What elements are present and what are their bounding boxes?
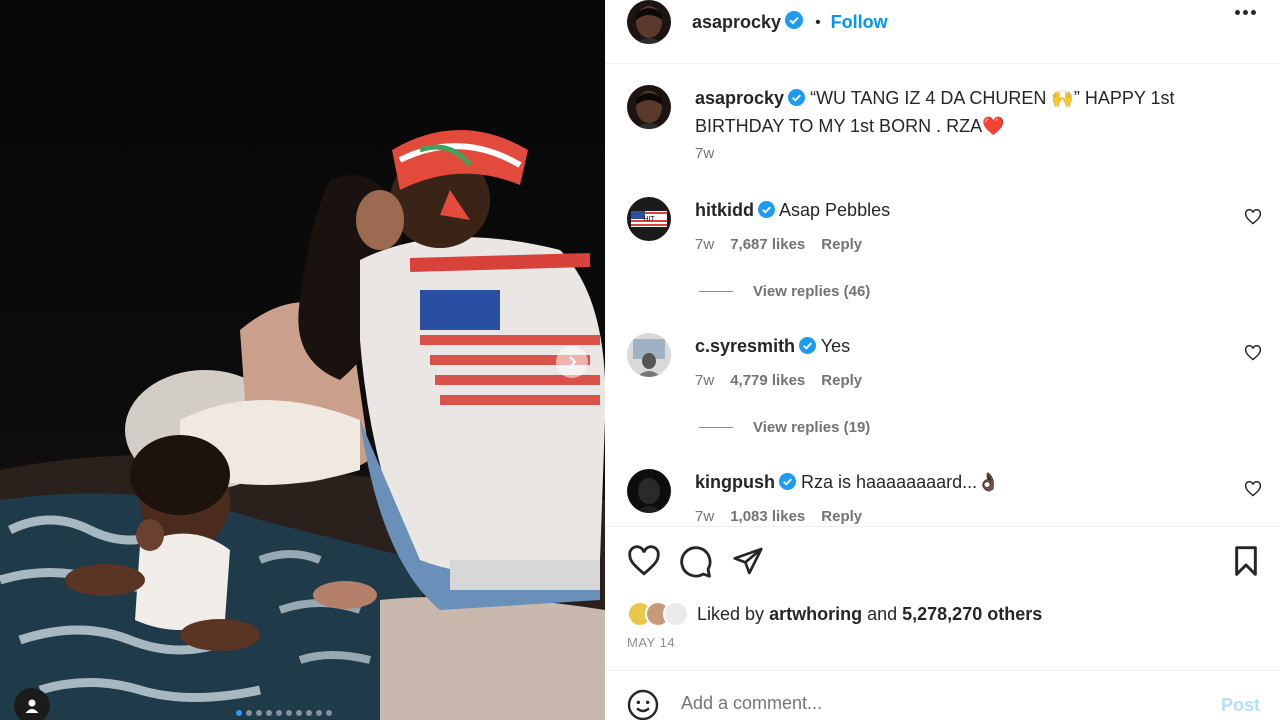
- liked-by-prefix: Liked by: [697, 603, 765, 624]
- carousel-dot: [306, 710, 312, 716]
- more-options-icon[interactable]: [1235, 10, 1256, 15]
- emoji-icon[interactable]: [627, 689, 659, 720]
- view-replies-label: View replies (46): [753, 283, 871, 300]
- comment-age: 7w: [695, 236, 715, 253]
- next-arrow-icon: [569, 356, 577, 368]
- liked-by-conjunction: and: [867, 603, 898, 624]
- comment-text: Yes: [820, 336, 851, 356]
- next-slide-button[interactable]: [556, 346, 588, 378]
- liker-avatars: [627, 601, 689, 627]
- reply-button[interactable]: Reply: [821, 372, 862, 389]
- reply-button[interactable]: Reply: [821, 508, 862, 525]
- verified-badge-icon: [799, 335, 817, 361]
- comment-username[interactable]: kingpush: [695, 472, 775, 492]
- carousel-dot: [316, 710, 322, 716]
- comment-icon[interactable]: [679, 545, 713, 584]
- avatar[interactable]: [627, 333, 671, 377]
- comment-text: Rza is haaaaaaaard...👌🏿: [801, 472, 1000, 492]
- bookmark-icon[interactable]: [1232, 545, 1260, 582]
- comment-likes[interactable]: 4,779 likes: [730, 372, 805, 389]
- post-comment-button[interactable]: Post: [1221, 695, 1260, 716]
- author-username[interactable]: asaprocky: [692, 12, 781, 33]
- heart-icon[interactable]: [1244, 344, 1262, 366]
- heart-icon[interactable]: [627, 545, 661, 584]
- carousel-dot: [246, 710, 252, 716]
- avatar[interactable]: [627, 469, 671, 513]
- view-replies-button[interactable]: View replies (46): [699, 283, 870, 300]
- carousel-dot: [296, 710, 302, 716]
- verified-badge-icon: [779, 471, 796, 497]
- carousel-indicator: [236, 710, 332, 716]
- comment-text: Asap Pebbles: [779, 200, 891, 220]
- reply-button[interactable]: Reply: [821, 236, 862, 253]
- comments-list[interactable]: asaprocky “WU TANG IZ 4 DA CHUREN 🙌” HAP…: [605, 64, 1280, 526]
- comment-username[interactable]: hitkidd: [695, 200, 754, 220]
- post-date: MAY 14: [627, 635, 676, 650]
- avatar[interactable]: [627, 0, 671, 44]
- comment-username[interactable]: c.syresmith: [695, 336, 795, 356]
- liked-by-user[interactable]: artwhoring: [769, 604, 862, 625]
- verified-badge-icon: [785, 11, 804, 34]
- carousel-dot: [326, 710, 332, 716]
- view-replies-label: View replies (19): [753, 419, 871, 436]
- likes-summary[interactable]: Liked by artwhoring and 5,278,270 others: [627, 601, 1042, 627]
- likes-count[interactable]: 5,278,270 others: [902, 604, 1042, 625]
- user-tags-button[interactable]: [14, 688, 50, 720]
- verified-badge-icon: [788, 87, 806, 113]
- caption-age: 7w: [695, 145, 715, 162]
- carousel-dot: [236, 710, 242, 716]
- carousel-dot: [276, 710, 282, 716]
- view-replies-button[interactable]: View replies (19): [699, 419, 870, 436]
- heart-icon[interactable]: [1244, 208, 1262, 230]
- avatar[interactable]: HIT: [627, 197, 671, 241]
- comment-likes[interactable]: 1,083 likes: [730, 508, 805, 525]
- carousel-dot: [256, 710, 262, 716]
- caption-username[interactable]: asaprocky: [695, 88, 784, 108]
- carousel-dot: [266, 710, 272, 716]
- post-photo[interactable]: [0, 0, 605, 720]
- carousel-dot: [286, 710, 292, 716]
- avatar[interactable]: [627, 85, 671, 129]
- comment-age: 7w: [695, 372, 715, 389]
- heart-icon[interactable]: [1244, 480, 1262, 502]
- separator-dot: •: [815, 13, 821, 31]
- verified-badge-icon: [758, 199, 775, 225]
- follow-button[interactable]: Follow: [831, 12, 888, 33]
- share-icon[interactable]: [731, 545, 765, 584]
- comment-age: 7w: [695, 508, 715, 525]
- comment-likes[interactable]: 7,687 likes: [730, 236, 805, 253]
- user-tag-icon: [25, 699, 39, 713]
- post-details-panel: asaprocky • Follow asaprocky “WU TANG IZ…: [605, 0, 1280, 720]
- post-actions: Liked by artwhoring and 5,278,270 others…: [605, 526, 1280, 670]
- comment-input[interactable]: [681, 693, 1181, 714]
- post-header: asaprocky • Follow: [605, 0, 1280, 64]
- add-comment-bar: Post: [605, 670, 1280, 720]
- svg-text:HIT: HIT: [643, 216, 655, 223]
- photo-scene: [0, 130, 605, 720]
